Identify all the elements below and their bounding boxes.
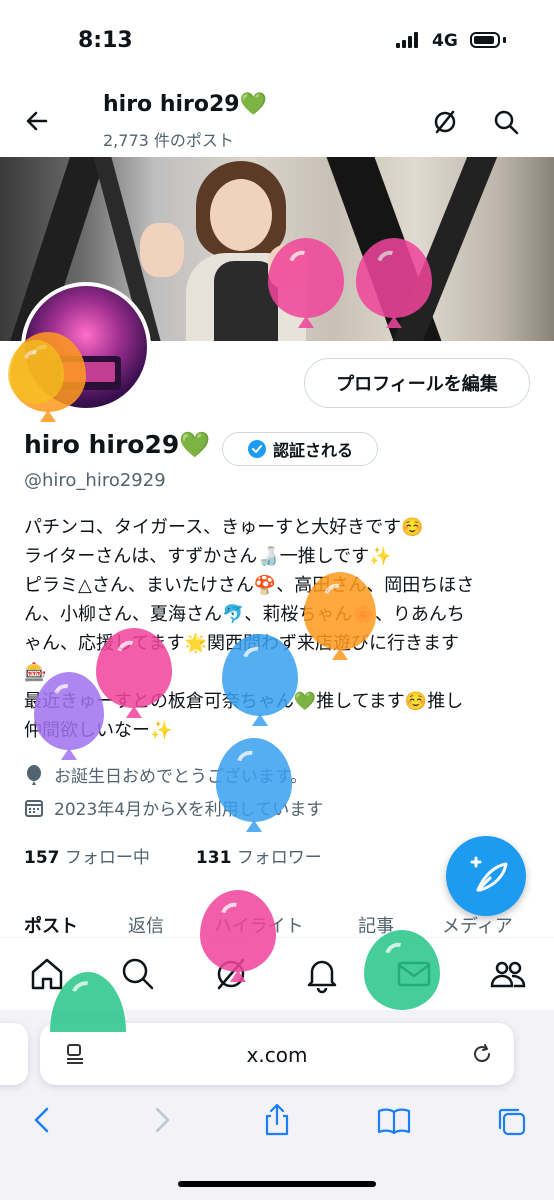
balloon-green xyxy=(364,930,440,1010)
get-verified-button[interactable]: 認証される xyxy=(222,432,378,466)
following-count: 157 xyxy=(24,848,60,868)
balloon-blue xyxy=(222,634,298,716)
bookmarks-icon[interactable] xyxy=(376,1106,412,1136)
profile-handle: @hiro_hiro2929 xyxy=(24,470,166,491)
balloon-pink xyxy=(268,238,344,318)
bio-line: ん、小柳さん、夏海さん🐬、莉桜ちゃん🌸、りあんち xyxy=(24,604,465,625)
tab-posts[interactable]: ポスト xyxy=(24,912,78,938)
forward-icon[interactable] xyxy=(150,1105,174,1135)
bio-line: ライターさんは、すずかさん🍶一推しです✨ xyxy=(24,546,392,567)
share-icon[interactable] xyxy=(262,1102,292,1138)
balloon-purple xyxy=(34,672,104,750)
battery-cap xyxy=(503,37,506,43)
back-arrow-icon[interactable] xyxy=(24,108,50,134)
balloon-knot xyxy=(40,410,56,422)
calendar-icon xyxy=(24,798,44,818)
balloon-knot xyxy=(126,706,142,718)
compose-post-button[interactable] xyxy=(446,836,526,916)
balloon-knot xyxy=(298,316,314,328)
follow-stats: 157 フォロー中 131 フォロワー xyxy=(24,843,322,868)
home-indicator xyxy=(178,1181,376,1187)
previous-tab-card[interactable] xyxy=(0,1023,28,1085)
network-type: 4G xyxy=(432,31,458,51)
balloon-yellow xyxy=(8,340,64,404)
balloon-icon xyxy=(24,764,44,786)
signal-icon xyxy=(396,32,422,48)
balloon-pink xyxy=(96,628,172,708)
search-icon[interactable] xyxy=(492,108,520,136)
header-name: hiro hiro29💚 xyxy=(103,92,268,117)
followers-count: 131 xyxy=(195,848,232,868)
status-time: 8:13 xyxy=(78,28,133,53)
following-label: フォロー中 xyxy=(64,848,150,868)
tab-replies[interactable]: 返信 xyxy=(128,912,164,938)
verified-badge-icon xyxy=(247,439,267,459)
banner-hand-left xyxy=(140,223,184,277)
balloon-knot xyxy=(252,714,268,726)
followers-label: フォロワー xyxy=(236,848,322,868)
banner-face xyxy=(210,179,272,251)
balloon-knot xyxy=(332,648,348,660)
address-bar[interactable]: x.com xyxy=(40,1023,514,1085)
verified-label: 認証される xyxy=(272,441,353,460)
balloon-orange xyxy=(304,572,376,650)
bio-line: ピラミ△さん、まいたけさん🍄、高田さん、岡田ちほさ xyxy=(24,575,475,596)
followers-link[interactable]: 131 フォロワー xyxy=(196,843,322,868)
balloon-knot xyxy=(230,970,246,982)
notifications-bell-icon[interactable] xyxy=(302,954,342,994)
back-icon[interactable] xyxy=(30,1105,54,1135)
following-link[interactable]: 157 フォロー中 xyxy=(24,843,150,868)
post-count: 2,773 件のポスト xyxy=(103,131,234,150)
battery-icon xyxy=(470,32,500,48)
tab-media[interactable]: メディア xyxy=(442,912,513,938)
balloon-blue xyxy=(216,738,292,822)
bio-line: パチンコ、タイガース、きゅーすと大好きです☺️ xyxy=(24,517,424,538)
communities-icon[interactable] xyxy=(488,954,528,994)
balloon-pink xyxy=(200,890,276,972)
feather-plus-icon xyxy=(470,856,508,892)
tabs-icon[interactable] xyxy=(494,1104,528,1138)
balloon-pink xyxy=(356,238,432,318)
grok-icon[interactable] xyxy=(431,108,459,136)
balloon-knot xyxy=(386,316,402,328)
balloon-knot xyxy=(246,820,262,832)
explore-search-icon[interactable] xyxy=(118,954,158,994)
balloon-knot xyxy=(61,748,77,760)
url-text: x.com xyxy=(246,1043,308,1067)
edit-profile-button[interactable]: プロフィールを編集 xyxy=(304,358,530,408)
profile-name: hiro hiro29💚 xyxy=(24,430,211,459)
reload-icon[interactable] xyxy=(470,1042,494,1066)
